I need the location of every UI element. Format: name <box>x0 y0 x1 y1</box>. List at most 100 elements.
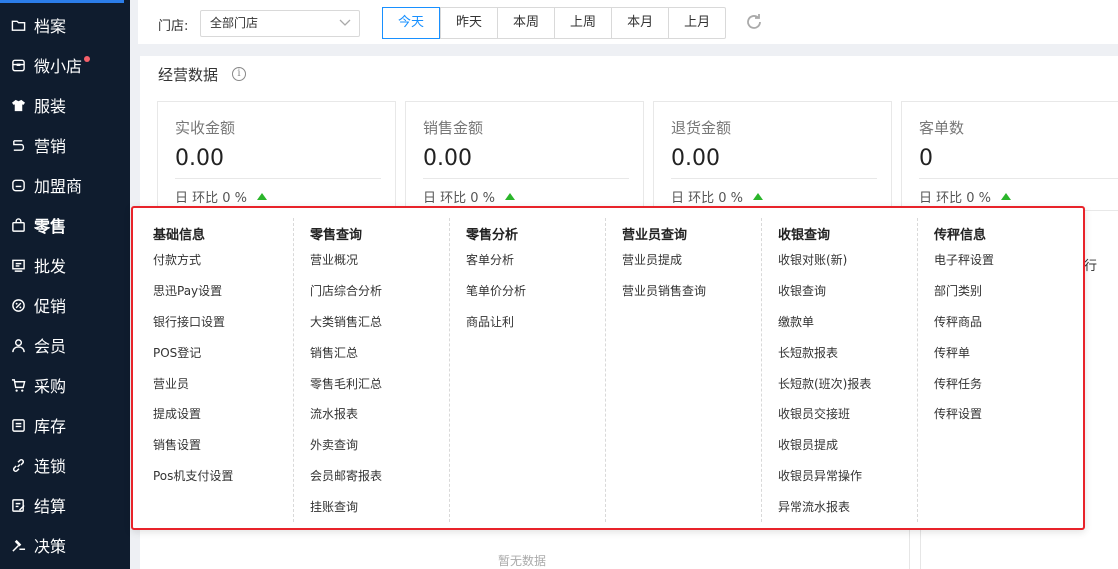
menu-item[interactable]: 长短款(班次)报表 <box>778 375 871 392</box>
sidebar-item-chain[interactable]: 连锁 <box>0 445 130 485</box>
metric-label: 客单数 <box>919 119 965 137</box>
sidebar-item-franchise[interactable]: 加盟商 <box>0 165 130 205</box>
menu-item[interactable]: 传秤任务 <box>934 375 982 392</box>
sidebar-item-label: 微小店 <box>34 57 83 76</box>
metric-card-orders: 客单数 0 日 环比 0 % <box>901 101 1118 211</box>
metric-value: 0.00 <box>175 146 224 171</box>
sidebar-item-inventory[interactable]: 库存 <box>0 405 130 445</box>
sidebar: 档案 微小店 服装 营销 加盟商 零售 批发 促销 会员 采购 库存 连锁 结算… <box>0 0 130 569</box>
metric-value: 0.00 <box>671 146 720 171</box>
no-data-text: 暂无数据 <box>498 554 547 568</box>
folder-icon <box>10 17 26 33</box>
info-icon[interactable]: i <box>232 67 246 81</box>
metric-label: 实收金额 <box>175 119 236 137</box>
menu-item[interactable]: 笔单价分析 <box>466 282 526 299</box>
wholesale-icon <box>10 257 26 273</box>
menu-item[interactable]: 电子秤设置 <box>934 251 994 268</box>
menu-item[interactable]: 大类销售汇总 <box>310 313 382 330</box>
sidebar-item-label: 服装 <box>34 97 67 116</box>
menu-item[interactable]: 提成设置 <box>153 405 201 422</box>
menu-item[interactable]: 收银员提成 <box>778 436 838 453</box>
metric-card-sales: 销售金额 0.00 日 环比 0 % <box>405 101 644 211</box>
sidebar-item-decision[interactable]: 决策 <box>0 525 130 565</box>
shirt-icon <box>10 97 26 113</box>
store-select[interactable]: 全部门店 <box>200 10 360 37</box>
menu-item[interactable]: 部门类别 <box>934 282 982 299</box>
menu-item[interactable]: 异常流水报表 <box>778 498 850 515</box>
metric-compare: 日 环比 0 % <box>671 187 764 206</box>
menu-item[interactable]: 收银员交接班 <box>778 405 850 422</box>
sidebar-item-wholesale[interactable]: 批发 <box>0 245 130 285</box>
range-today-button[interactable]: 今天 <box>382 7 441 39</box>
range-yesterday-button[interactable]: 昨天 <box>440 8 497 38</box>
sidebar-item-purchase[interactable]: 采购 <box>0 365 130 405</box>
menu-item[interactable]: 营业员提成 <box>622 251 682 268</box>
compare-text: 日 环比 0 % <box>423 191 496 206</box>
menu-item[interactable]: 传秤单 <box>934 344 970 361</box>
metric-compare: 日 环比 0 % <box>423 187 516 206</box>
menu-item[interactable]: 营业概况 <box>310 251 358 268</box>
range-last-week-button[interactable]: 上周 <box>554 8 611 38</box>
sidebar-item-micro-shop[interactable]: 微小店 <box>0 45 130 85</box>
metric-compare: 日 环比 0 % <box>919 187 1012 206</box>
menu-item[interactable]: Pos机支付设置 <box>153 467 233 484</box>
sidebar-item-label: 档案 <box>34 17 67 36</box>
sidebar-item-settlement[interactable]: 结算 <box>0 485 130 525</box>
refresh-icon[interactable] <box>744 12 764 36</box>
range-this-week-button[interactable]: 本周 <box>497 8 554 38</box>
menu-item[interactable]: 门店综合分析 <box>310 282 382 299</box>
sidebar-item-promotion[interactable]: 促销 <box>0 285 130 325</box>
sidebar-item-marketing[interactable]: 营销 <box>0 125 130 165</box>
menu-item[interactable]: 传秤商品 <box>934 313 982 330</box>
menu-item[interactable]: 零售毛利汇总 <box>310 375 382 392</box>
menu-item[interactable]: 缴款单 <box>778 313 814 330</box>
store-label: 门店: <box>158 19 189 34</box>
menu-item[interactable]: 付款方式 <box>153 251 201 268</box>
menu-item[interactable]: 销售设置 <box>153 436 201 453</box>
metric-compare: 日 环比 0 % <box>175 187 268 206</box>
menu-item[interactable]: 挂账查询 <box>310 498 358 515</box>
sidebar-item-label: 加盟商 <box>34 177 83 196</box>
menu-item[interactable]: POS登记 <box>153 344 201 361</box>
menu-item[interactable]: 思迅Pay设置 <box>153 282 222 299</box>
retail-dropdown-menu: 基础信息 付款方式 思迅Pay设置 银行接口设置 POS登记 营业员 提成设置 … <box>131 206 1085 530</box>
menu-item[interactable]: 商品让利 <box>466 313 514 330</box>
menu-item[interactable]: 流水报表 <box>310 405 358 422</box>
metric-value: 0 <box>919 146 933 171</box>
menu-item[interactable]: 收银查询 <box>778 282 826 299</box>
sidebar-item-label: 库存 <box>34 417 67 436</box>
menu-column-title: 零售查询 <box>310 228 363 243</box>
menu-item[interactable]: 银行接口设置 <box>153 313 225 330</box>
sidebar-item-label: 会员 <box>34 337 67 356</box>
menu-item[interactable]: 收银对账(新) <box>778 251 847 268</box>
sidebar-item-member[interactable]: 会员 <box>0 325 130 365</box>
sidebar-item-label: 结算 <box>34 497 67 516</box>
promotion-icon <box>10 297 26 313</box>
sidebar-active-indicator <box>0 0 124 3</box>
sidebar-item-retail[interactable]: 零售 <box>0 205 130 245</box>
menu-column-title: 零售分析 <box>466 228 519 243</box>
menu-item[interactable]: 营业员销售查询 <box>622 282 706 299</box>
inventory-icon <box>10 417 26 433</box>
menu-column-cashier-query: 收银查询 收银对账(新) 收银查询 缴款单 长短款报表 长短款(班次)报表 收银… <box>761 218 917 522</box>
sidebar-item-label: 零售 <box>34 217 67 236</box>
menu-item[interactable]: 营业员 <box>153 375 189 392</box>
sidebar-item-archive[interactable]: 档案 <box>0 5 130 45</box>
menu-item[interactable]: 销售汇总 <box>310 344 358 361</box>
shop-icon <box>10 57 26 73</box>
metric-label: 销售金额 <box>423 119 484 137</box>
filter-bar: 门店: 全部门店 今天 昨天 本周 上周 本月 上月 <box>138 0 1118 44</box>
menu-item[interactable]: 传秤设置 <box>934 405 982 422</box>
menu-item[interactable]: 收银员异常操作 <box>778 467 862 484</box>
menu-item[interactable]: 长短款报表 <box>778 344 838 361</box>
notification-badge <box>84 56 91 62</box>
cart-icon <box>10 377 26 393</box>
menu-column-salesperson-query: 营业员查询 营业员提成 营业员销售查询 <box>605 218 761 522</box>
menu-item[interactable]: 客单分析 <box>466 251 514 268</box>
range-this-month-button[interactable]: 本月 <box>611 8 668 38</box>
menu-item[interactable]: 外卖查询 <box>310 436 358 453</box>
range-last-month-button[interactable]: 上月 <box>668 8 725 38</box>
menu-item[interactable]: 会员邮寄报表 <box>310 467 382 484</box>
sidebar-item-apparel[interactable]: 服装 <box>0 85 130 125</box>
marketing-icon <box>10 137 26 153</box>
